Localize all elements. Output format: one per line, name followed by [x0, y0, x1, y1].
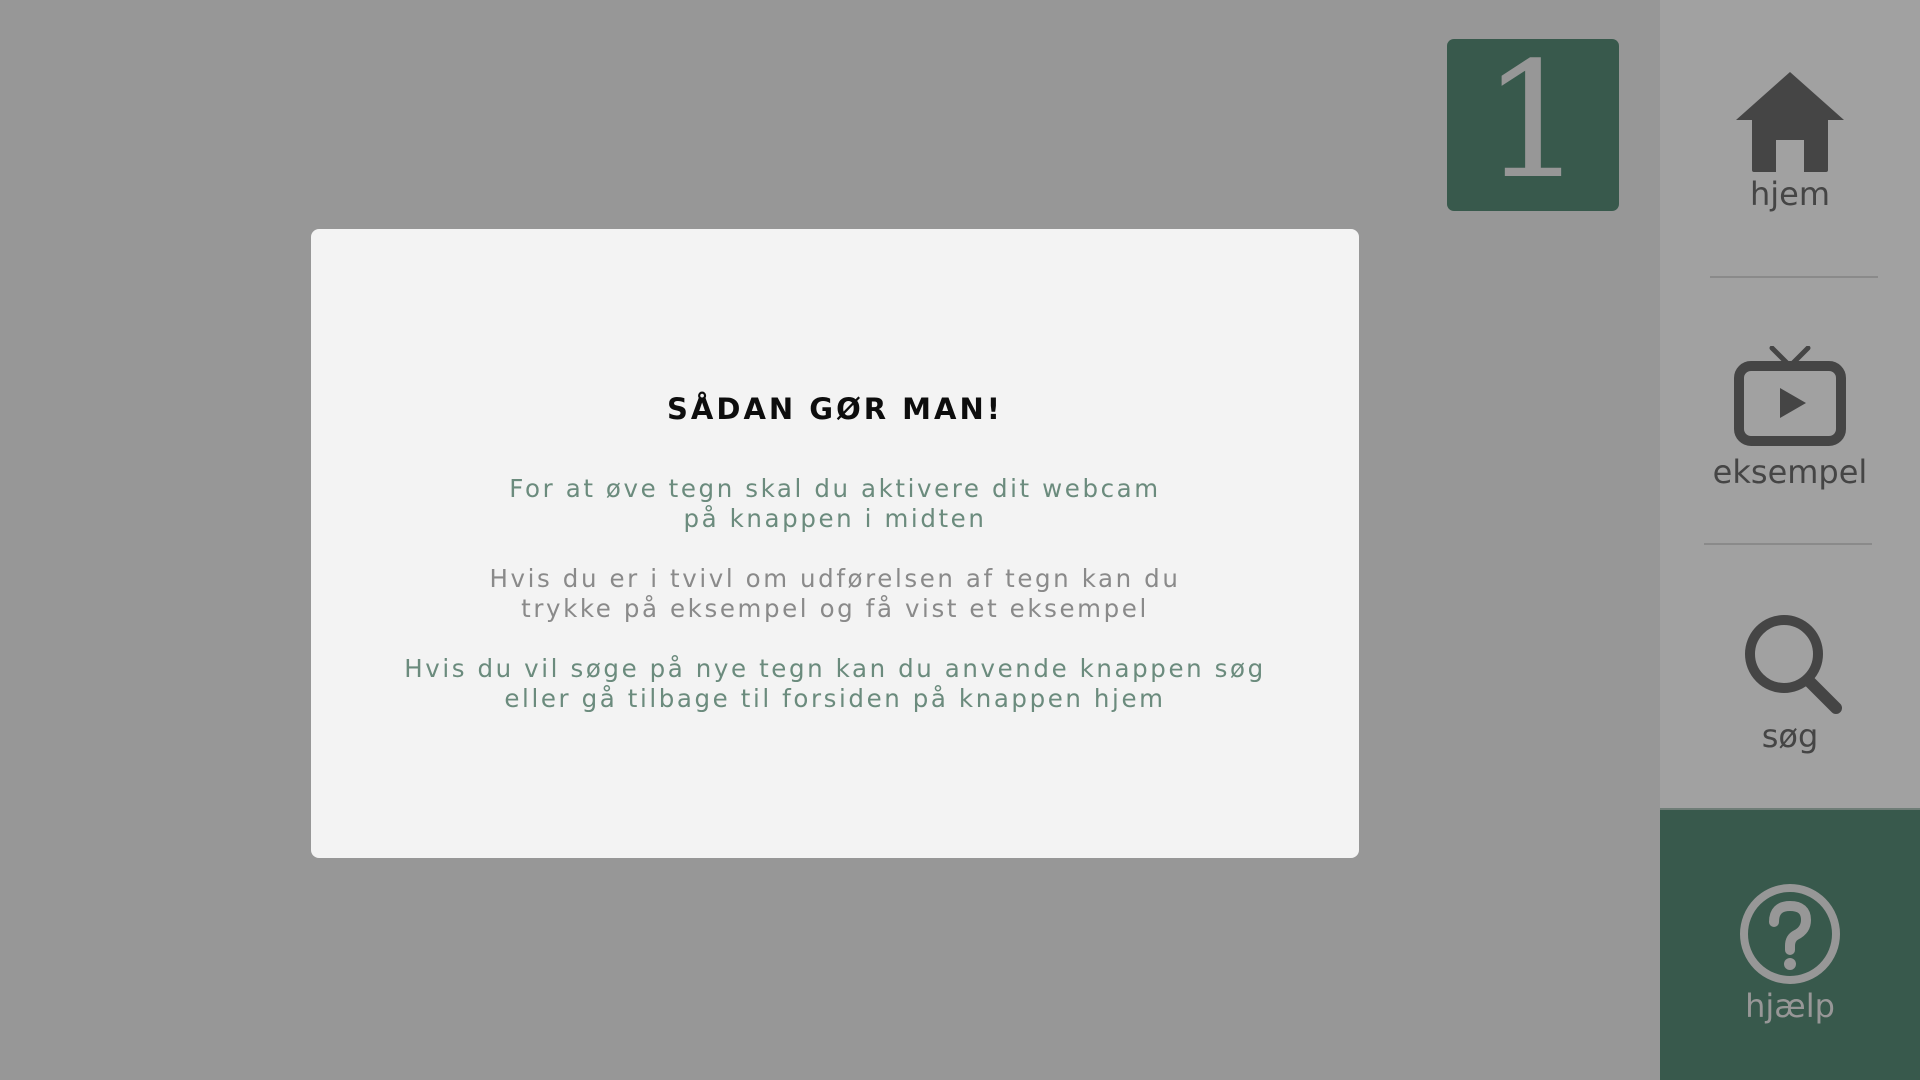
sidebar-item-example[interactable]: eksempel	[1660, 346, 1920, 490]
counter-value: 1	[1482, 27, 1584, 214]
sidebar-item-label: hjem	[1749, 175, 1831, 213]
counter-badge: 1	[1447, 39, 1619, 211]
tv-play-icon	[1734, 346, 1846, 446]
home-icon	[1736, 72, 1844, 172]
instruction-example: Hvis du er i tvivl om udførelsen af tegn…	[311, 564, 1359, 624]
sidebar-divider	[1704, 543, 1872, 545]
instruction-line: eller gå tilbage til forsiden på knappen…	[504, 684, 1166, 713]
instruction-line: Hvis du er i tvivl om udførelsen af tegn…	[489, 564, 1181, 593]
sidebar-item-label: søg	[1761, 717, 1819, 755]
sidebar-item-label: hjælp	[1745, 987, 1835, 1025]
instruction-line: For at øve tegn skal du aktivere dit web…	[509, 474, 1161, 503]
search-icon	[1745, 615, 1842, 714]
main-stage: 1 SÅDAN GØR MAN! For at øve tegn skal du…	[0, 0, 1660, 1080]
sidebar-nav: hjem eksempel søg hjælp	[1660, 0, 1920, 1080]
sidebar-item-home[interactable]: hjem	[1660, 70, 1920, 212]
instruction-line: Hvis du vil søge på nye tegn kan du anve…	[404, 654, 1266, 683]
sidebar-item-search[interactable]: søg	[1660, 612, 1920, 754]
instruction-webcam: For at øve tegn skal du aktivere dit web…	[311, 474, 1359, 534]
dialog-title: SÅDAN GØR MAN!	[667, 392, 1003, 426]
sidebar-item-help[interactable]: hjælp	[1660, 882, 1920, 1024]
sidebar-divider	[1710, 276, 1878, 278]
instruction-search: Hvis du vil søge på nye tegn kan du anve…	[311, 654, 1359, 714]
help-dialog: SÅDAN GØR MAN! For at øve tegn skal du a…	[311, 229, 1359, 858]
sidebar-item-label: eksempel	[1712, 453, 1868, 491]
help-circle-icon	[1740, 884, 1840, 984]
instruction-line: trykke på eksempel og få vist et eksempe…	[521, 594, 1149, 623]
instruction-line: på knappen i midten	[683, 504, 987, 533]
sidebar-item-help-active: hjælp	[1660, 808, 1920, 1080]
